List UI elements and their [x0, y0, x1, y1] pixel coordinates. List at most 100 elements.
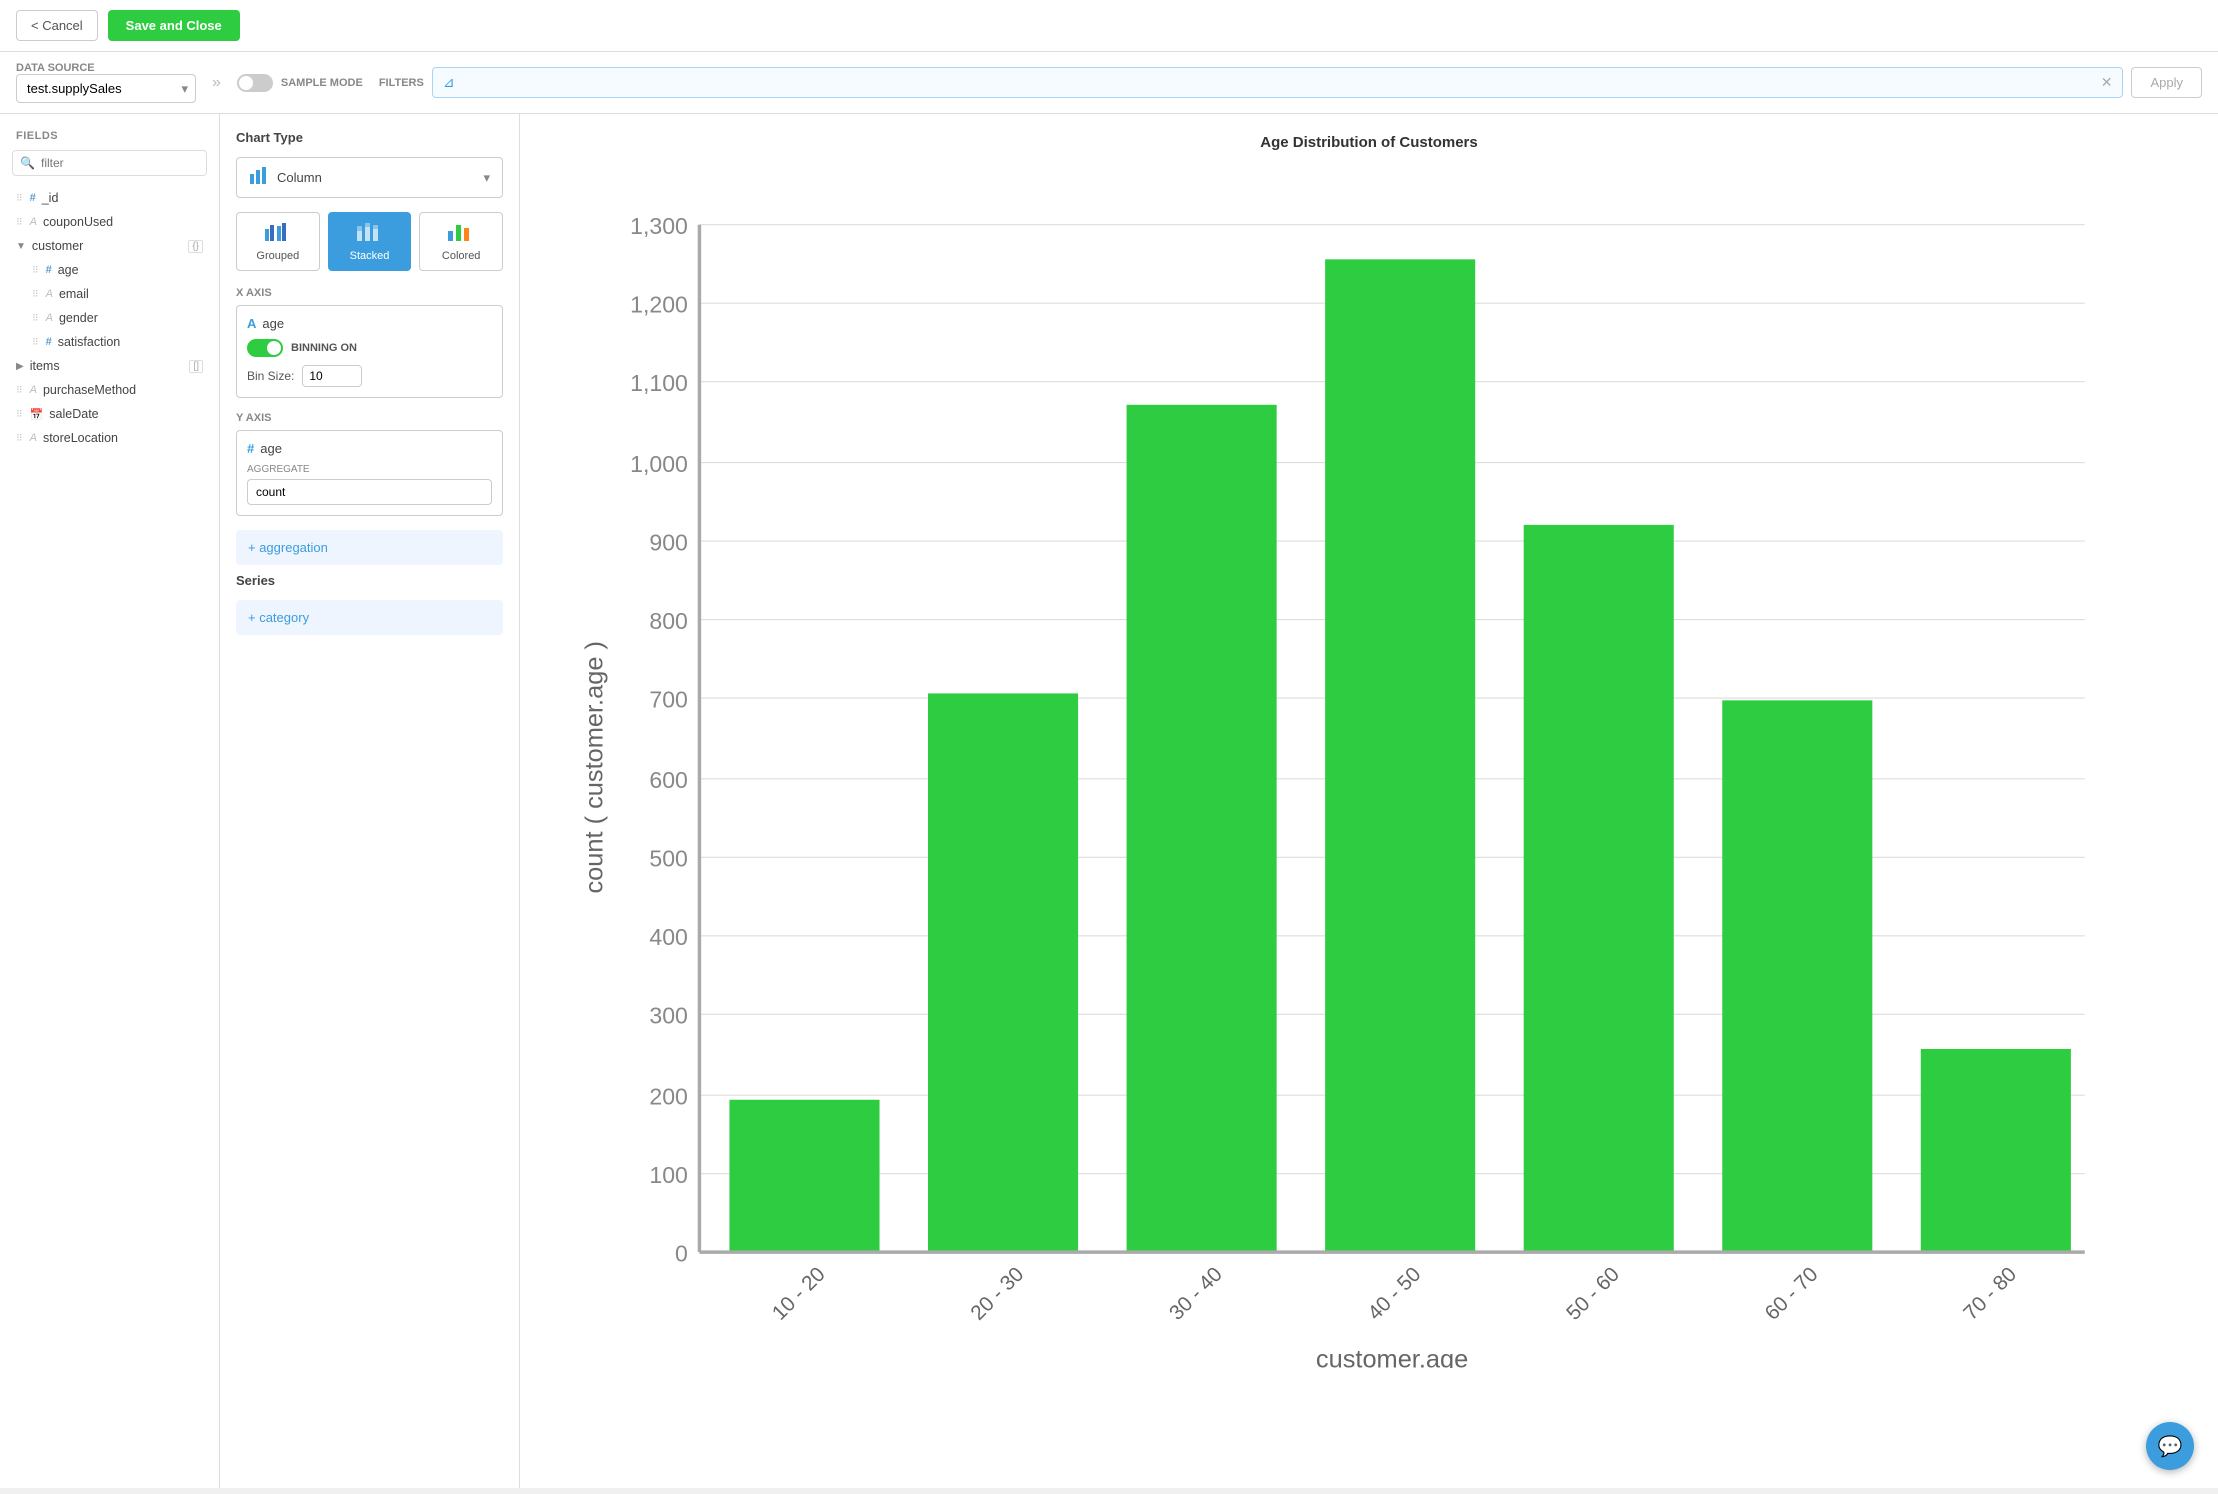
hash-icon: #	[46, 264, 52, 276]
str-icon: A	[30, 384, 37, 396]
customer-children: ⠿ # age ⠿ A email ⠿ A gender ⠿ # satisfa…	[0, 258, 219, 354]
config-bar: Data Source test.supplySales » Sample Mo…	[0, 52, 2218, 114]
sample-mode-toggle[interactable]	[237, 74, 273, 92]
dropdown-arrow-icon: ▾	[483, 170, 490, 186]
drag-handle: ⠿	[16, 409, 24, 420]
search-icon: 🔍	[20, 156, 35, 170]
svg-text:300: 300	[649, 1003, 688, 1029]
field-item-email[interactable]: ⠿ A email	[16, 282, 219, 306]
chart-type-dropdown[interactable]: Column ▾	[236, 157, 503, 198]
field-search-input[interactable]	[12, 150, 207, 176]
chat-icon: 💬	[2158, 1434, 2183, 1459]
date-icon: 📅	[30, 408, 44, 421]
apply-button[interactable]: Apply	[2131, 67, 2202, 98]
field-label: storeLocation	[43, 431, 118, 445]
field-item-id[interactable]: ⠿ # _id	[0, 186, 219, 210]
str-icon: A	[46, 288, 53, 300]
drag-handle: ⠿	[16, 193, 24, 204]
filter-input[interactable]	[463, 75, 2093, 90]
bin-size-input[interactable]	[302, 365, 362, 387]
search-wrap: 🔍	[0, 150, 219, 186]
save-close-button[interactable]: Save and Close	[108, 10, 240, 41]
y-axis-field-box: # age AGGREGATE count sum avg min max	[236, 430, 503, 516]
cancel-button[interactable]: < Cancel	[16, 10, 98, 41]
binning-label: BINNING ON	[291, 342, 357, 354]
drag-handle: ⠿	[32, 265, 40, 276]
aggregate-select[interactable]: count sum avg min max	[247, 479, 492, 505]
svg-text:800: 800	[649, 608, 688, 634]
drag-handle: ⠿	[16, 217, 24, 228]
grouped-icon	[241, 221, 315, 246]
field-group-customer[interactable]: ▼ customer {}	[0, 234, 219, 258]
subtype-grouped[interactable]: Grouped	[236, 212, 320, 271]
chart-config-panel: Chart Type Column ▾	[220, 114, 520, 1488]
bar-60-70	[1722, 700, 1872, 1252]
field-item-storelocation[interactable]: ⠿ A storeLocation	[0, 426, 219, 450]
field-item-couponused[interactable]: ⠿ A couponUsed	[0, 210, 219, 234]
x-axis-label: X Axis	[236, 287, 503, 299]
subtype-stacked[interactable]: Stacked	[328, 212, 412, 271]
svg-text:1,100: 1,100	[630, 370, 688, 396]
field-label: satisfaction	[58, 335, 121, 349]
arrow-separator: »	[212, 74, 221, 92]
drag-handle: ⠿	[16, 385, 24, 396]
chart-type-label: Chart Type	[236, 130, 503, 145]
filters-label: Filters	[379, 77, 424, 89]
str-icon: A	[30, 432, 37, 444]
field-item-gender[interactable]: ⠿ A gender	[16, 306, 219, 330]
filter-icon: ⊿	[443, 74, 455, 91]
field-label: _id	[42, 191, 59, 205]
filter-section: Filters ⊿ ✕ Apply	[379, 67, 2202, 98]
add-aggregation-button[interactable]: + aggregation	[236, 530, 503, 565]
subtype-colored[interactable]: Colored	[419, 212, 503, 271]
series-label: Series	[236, 573, 503, 588]
field-item-age[interactable]: ⠿ # age	[16, 258, 219, 282]
top-bar: < Cancel Save and Close	[0, 0, 2218, 52]
field-group-label: items	[30, 359, 60, 373]
field-group-items[interactable]: ▶ items []	[0, 354, 219, 378]
sample-mode-label: Sample Mode	[281, 77, 363, 89]
x-field-name: A age	[247, 316, 492, 331]
field-item-purchasemethod[interactable]: ⠿ A purchaseMethod	[0, 378, 219, 402]
chart-type-value: Column	[277, 170, 475, 185]
main-layout: FIELDS 🔍 ⠿ # _id ⠿ A couponUsed ▼ custom…	[0, 114, 2218, 1488]
datasource-section: Data Source test.supplySales	[16, 62, 196, 103]
chart-title: Age Distribution of Customers	[540, 134, 2198, 151]
x-label-20-30: 20 - 30	[966, 1263, 1028, 1325]
x-label-40-50: 40 - 50	[1363, 1263, 1425, 1325]
svg-text:1,000: 1,000	[630, 451, 688, 477]
str-icon: A	[46, 312, 53, 324]
drag-handle: ⠿	[32, 313, 40, 324]
subtype-grouped-label: Grouped	[241, 250, 315, 262]
y-axis-label-text: count ( customer.age )	[580, 641, 608, 893]
column-chart-icon	[249, 166, 269, 189]
x-label-10-20: 10 - 20	[768, 1263, 830, 1325]
field-item-saledate[interactable]: ⠿ 📅 saleDate	[0, 402, 219, 426]
x-label-60-70: 60 - 70	[1761, 1263, 1823, 1325]
stacked-icon	[333, 221, 407, 246]
sample-mode-toggle-wrap: Sample Mode	[237, 74, 363, 92]
field-group-label: customer	[32, 239, 83, 253]
datasource-select[interactable]: test.supplySales	[16, 74, 196, 103]
binning-toggle[interactable]	[247, 339, 283, 357]
x-axis-section: X Axis A age BINNING ON Bin Size:	[236, 287, 503, 398]
subtype-stacked-label: Stacked	[333, 250, 407, 262]
chevron-right-icon: ▶	[16, 361, 24, 372]
group-badge: []	[189, 360, 203, 373]
field-item-satisfaction[interactable]: ⠿ # satisfaction	[16, 330, 219, 354]
add-category-button[interactable]: + category	[236, 600, 503, 635]
svg-text:600: 600	[649, 767, 688, 793]
field-label: purchaseMethod	[43, 383, 136, 397]
filter-clear-icon[interactable]: ✕	[2101, 74, 2113, 91]
x-label-50-60: 50 - 60	[1562, 1263, 1624, 1325]
y-field-name: # age	[247, 441, 492, 456]
chat-button[interactable]: 💬	[2146, 1422, 2194, 1470]
svg-text:1,200: 1,200	[630, 291, 688, 317]
x-axis-label-text: customer.age	[1316, 1346, 1468, 1368]
svg-text:1,300: 1,300	[630, 213, 688, 239]
hash-icon: #	[46, 336, 52, 348]
x-label-70-80: 70 - 80	[1959, 1263, 2021, 1325]
aggregate-label: AGGREGATE	[247, 464, 492, 475]
bin-size-label: Bin Size:	[247, 369, 294, 383]
hash-icon: #	[30, 192, 36, 204]
